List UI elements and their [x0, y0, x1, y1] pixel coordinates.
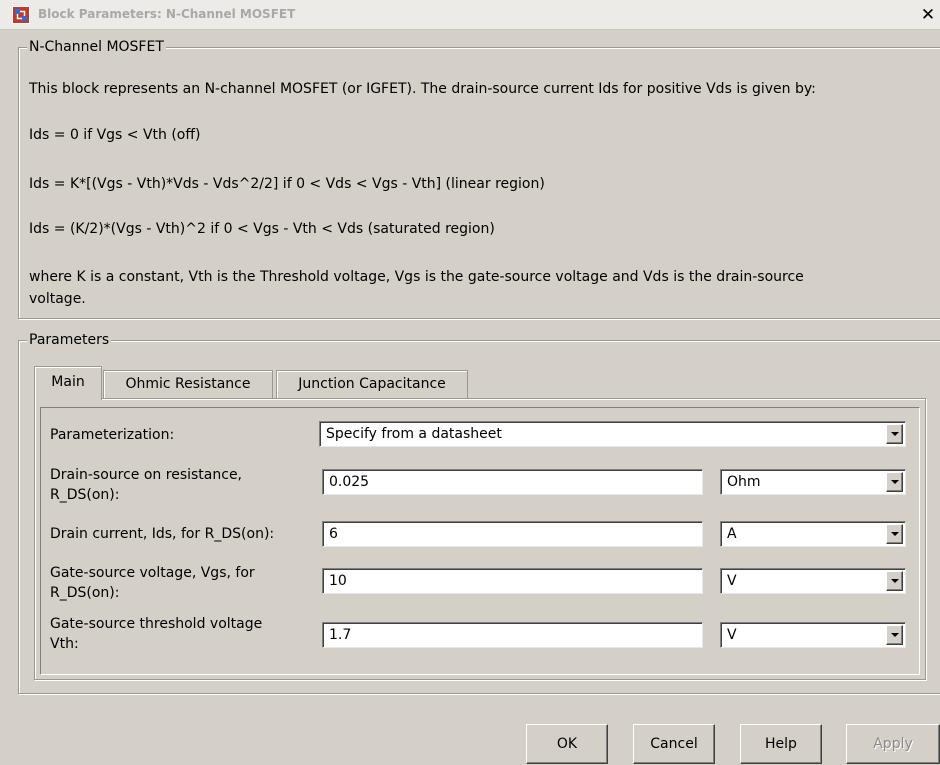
dropdown-arrow-icon[interactable] [886, 625, 903, 645]
parameterization-label: Parameterization: [50, 427, 175, 443]
description-where-2: voltage. [29, 291, 86, 307]
tab-ohmic-resistance[interactable]: Ohmic Resistance [103, 370, 273, 398]
ids-input[interactable]: 6 [322, 521, 703, 547]
parameterization-value: Specify from a datasheet [326, 426, 502, 442]
cancel-button[interactable]: Cancel [633, 724, 715, 764]
ok-button[interactable]: OK [526, 724, 608, 764]
tab-ohmic-resistance-label: Ohmic Resistance [125, 376, 251, 392]
tab-main[interactable]: Main [34, 366, 102, 400]
ids-unit-select[interactable]: A [720, 521, 906, 547]
rds-on-unit-select[interactable]: Ohm [720, 469, 906, 495]
rds-on-input[interactable]: 0.025 [322, 469, 703, 495]
vth-label-line2: Vth: [50, 636, 79, 652]
vgs-unit-select[interactable]: V [720, 568, 906, 594]
vgs-input[interactable]: 10 [322, 568, 703, 594]
description-where-1: where K is a constant, Vth is the Thresh… [29, 269, 804, 285]
rds-on-unit-value: Ohm [727, 474, 761, 490]
title-bar[interactable]: Block Parameters: N-Channel MOSFET ✕ [0, 0, 940, 30]
vgs-label: Gate-source voltage, Vgs, for R_DS(on): [50, 563, 255, 603]
description-intro: This block represents an N-channel MOSFE… [29, 81, 816, 97]
vth-input[interactable]: 1.7 [322, 622, 703, 648]
vgs-unit-value: V [727, 573, 737, 589]
vgs-label-line1: Gate-source voltage, Vgs, for [50, 565, 255, 581]
parameterization-select[interactable]: Specify from a datasheet [319, 421, 906, 447]
ids-label-line1: Drain current, Ids, for R_DS(on): [50, 526, 275, 542]
equation-linear: Ids = K*[(Vgs - Vth)*Vds - Vds^2/2] if 0… [29, 176, 545, 192]
vth-label-line1: Gate-source threshold voltage [50, 616, 263, 632]
vgs-label-line2: R_DS(on): [50, 585, 120, 601]
app-icon [12, 6, 30, 24]
rds-on-label-line2: R_DS(on): [50, 487, 120, 503]
ids-unit-value: A [727, 526, 737, 542]
description-group-title: N-Channel MOSFET [27, 38, 166, 56]
close-icon[interactable]: ✕ [918, 4, 938, 26]
tab-junction-capacitance[interactable]: Junction Capacitance [276, 370, 468, 398]
tab-main-label: Main [51, 374, 85, 390]
dropdown-arrow-icon[interactable] [886, 424, 903, 444]
ids-label: Drain current, Ids, for R_DS(on): [50, 524, 274, 544]
dropdown-arrow-icon[interactable] [886, 571, 903, 591]
dropdown-arrow-icon[interactable] [886, 524, 903, 544]
vth-unit-select[interactable]: V [720, 622, 906, 648]
vth-label: Gate-source threshold voltage Vth: [50, 614, 262, 654]
rds-on-label-line1: Drain-source on resistance, [50, 467, 243, 483]
equation-off: Ids = 0 if Vgs < Vth (off) [29, 127, 201, 143]
parameters-group-title: Parameters [27, 331, 112, 349]
block-parameters-dialog: Block Parameters: N-Channel MOSFET ✕ N-C… [0, 0, 940, 765]
tab-junction-capacitance-label: Junction Capacitance [298, 376, 446, 392]
window-title: Block Parameters: N-Channel MOSFET [38, 7, 296, 21]
help-button[interactable]: Help [740, 724, 822, 764]
equation-saturated: Ids = (K/2)*(Vgs - Vth)^2 if 0 < Vgs - V… [29, 221, 495, 237]
description-group: N-Channel MOSFET This block represents a… [18, 38, 940, 319]
rds-on-label: Drain-source on resistance, R_DS(on): [50, 465, 242, 505]
dropdown-arrow-icon[interactable] [886, 472, 903, 492]
vth-unit-value: V [727, 627, 737, 643]
apply-button[interactable]: Apply [846, 724, 940, 764]
